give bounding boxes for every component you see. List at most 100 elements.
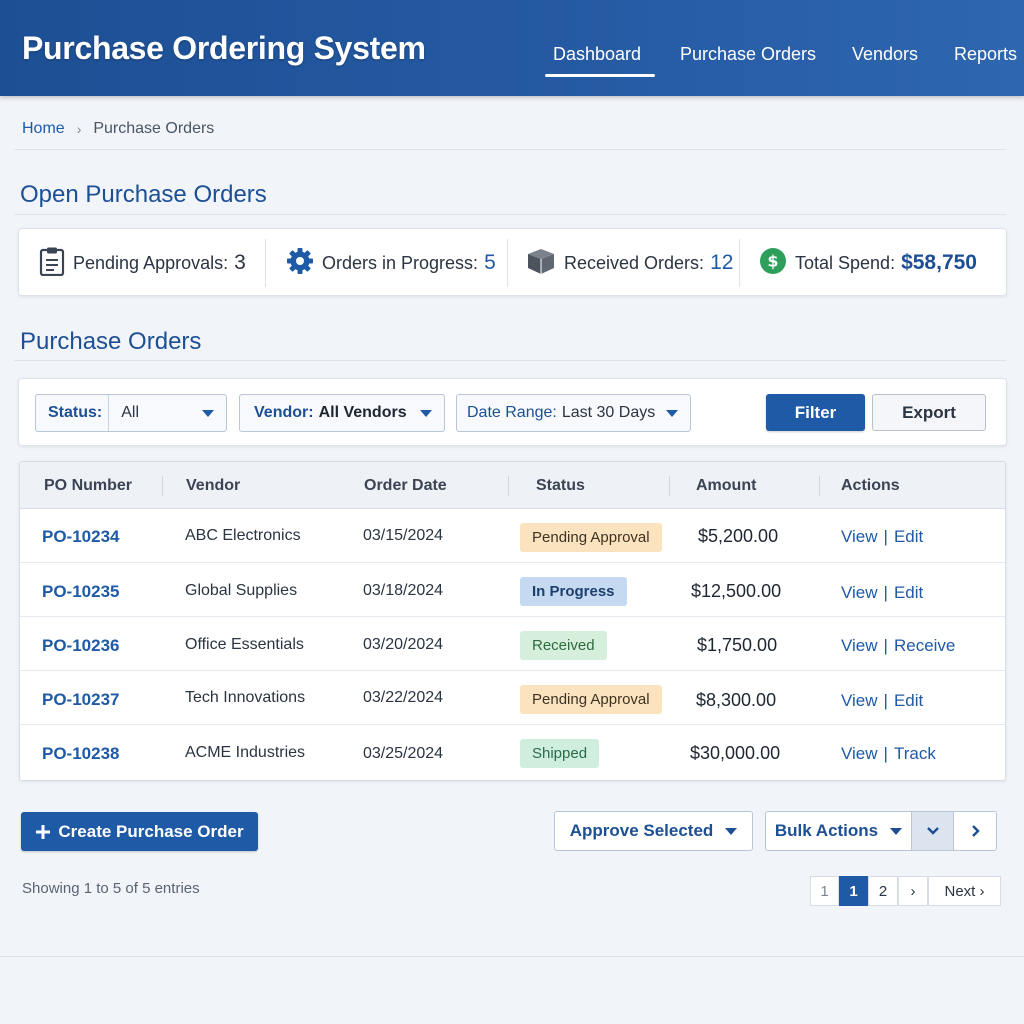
amount-cell: $5,200.00 [698, 526, 779, 546]
view-link[interactable]: View [841, 691, 878, 710]
export-button[interactable]: Export [872, 394, 986, 431]
stat-total-spend: $ Total Spend: $58,750 [759, 229, 977, 297]
orders-title-divider [14, 360, 1006, 361]
column-header-vendor[interactable]: Vendor [186, 477, 240, 495]
nav-tab-vendors[interactable]: Vendors [852, 44, 918, 65]
stat-divider [265, 239, 266, 287]
track-link[interactable]: Track [894, 744, 936, 763]
po-number-link[interactable]: PO-10235 [42, 582, 120, 602]
bulk-actions-label: Bulk Actions [774, 821, 879, 840]
po-number-link[interactable]: PO-10237 [42, 690, 120, 710]
status-badge: Pending Approval [520, 685, 662, 714]
page-button-current[interactable]: 1 [839, 876, 868, 906]
stat-divider [507, 239, 508, 287]
vendor-cell: ACME Industries [185, 744, 306, 761]
stat-divider [739, 239, 740, 287]
edit-link[interactable]: Edit [894, 527, 923, 546]
stat-pending-approvals: Pending Approvals: 3 [39, 229, 246, 297]
column-separator [669, 476, 670, 496]
page-next-arrow-button[interactable]: › [898, 876, 928, 906]
order-date-cell: 03/22/2024 [363, 689, 444, 706]
nav-tab-purchase-orders[interactable]: Purchase Orders [680, 44, 816, 65]
view-link[interactable]: View [841, 583, 878, 602]
status-select[interactable]: Status: All [35, 394, 227, 432]
order-date-cell: 03/25/2024 [363, 745, 444, 762]
gear-icon [286, 247, 314, 280]
actions-cell: View | Edit [841, 527, 923, 547]
stat-value: $58,750 [901, 251, 977, 274]
column-separator [508, 476, 509, 496]
column-header-status[interactable]: Status [536, 477, 585, 495]
vendor-select-value: All Vendors [318, 404, 407, 421]
bulk-actions-next-button[interactable] [953, 812, 996, 850]
date-range-label: Date Range: [467, 404, 557, 421]
vendor-cell: Office Essentials [185, 636, 304, 653]
plus-icon [36, 824, 51, 839]
vendor-cell: Global Supplies [185, 582, 298, 599]
edit-link[interactable]: Edit [894, 691, 923, 710]
vendor-select[interactable]: Vendor: All Vendors [239, 394, 445, 432]
action-separator: | [883, 691, 888, 710]
page-next-button[interactable]: Next › [928, 876, 1001, 906]
page-first-button[interactable]: 1 [810, 876, 839, 906]
action-separator: | [883, 744, 888, 763]
column-header-amount[interactable]: Amount [696, 477, 756, 495]
overview-title: Open Purchase Orders [20, 181, 267, 208]
view-link[interactable]: View [841, 636, 878, 655]
date-range-select[interactable]: Date Range: Last 30 Days [456, 394, 691, 432]
table-row: PO-10236 Office Essentials 03/20/2024 Re… [20, 617, 1005, 671]
approve-selected-button[interactable]: Approve Selected [554, 811, 753, 851]
status-select-value: All [121, 404, 140, 421]
action-separator: | [883, 527, 888, 546]
date-range-value: Last 30 Days [561, 404, 656, 421]
column-header-order-date[interactable]: Order Date [364, 477, 447, 495]
view-link[interactable]: View [841, 744, 878, 763]
page-button-2[interactable]: 2 [868, 876, 898, 906]
po-number-link[interactable]: PO-10238 [42, 744, 120, 764]
filter-button[interactable]: Filter [766, 394, 865, 431]
stat-orders-in-progress: Orders in Progress: 5 [286, 229, 496, 297]
breadcrumb: Home › Purchase Orders [22, 120, 214, 138]
nav-tab-reports[interactable]: Reports [954, 44, 1017, 65]
po-number-link[interactable]: PO-10234 [42, 527, 120, 547]
create-purchase-order-button[interactable]: Create Purchase Order [21, 812, 258, 851]
table-header: PO Number Vendor Order Date Status Amoun… [20, 462, 1005, 509]
view-link[interactable]: View [841, 527, 878, 546]
app-title: Purchase Ordering System [22, 30, 426, 66]
breadcrumb-home-link[interactable]: Home [22, 120, 65, 138]
summary-card: Pending Approvals: 3 Orders in Progress:… [18, 228, 1007, 296]
edit-link[interactable]: Edit [894, 583, 923, 602]
top-header-bar: Purchase Ordering System Dashboard Purch… [0, 0, 1024, 96]
table-row: PO-10234 ABC Electronics 03/15/2024 Pend… [20, 509, 1005, 563]
status-badge: Received [520, 631, 607, 660]
column-header-po-number[interactable]: PO Number [44, 477, 132, 495]
stat-value: 3 [234, 251, 246, 274]
entries-summary: Showing 1 to 5 of 5 entries [22, 880, 200, 897]
receive-link[interactable]: Receive [894, 636, 955, 655]
breadcrumb-separator: › [76, 121, 82, 137]
vendor-cell: ABC Electronics [185, 527, 301, 544]
actions-cell: View | Edit [841, 583, 923, 603]
order-date-cell: 03/18/2024 [363, 582, 444, 599]
bulk-actions-dropdown-toggle[interactable] [911, 812, 953, 850]
purchase-orders-table: PO Number Vendor Order Date Status Amoun… [19, 461, 1006, 781]
stat-label: Received Orders: [564, 252, 705, 273]
filter-bar: Status: All Vendor: All Vendors Date Ran… [18, 378, 1007, 446]
order-date-cell: 03/20/2024 [363, 636, 444, 653]
nav-tab-dashboard[interactable]: Dashboard [544, 44, 656, 77]
vendor-select-label: Vendor: [254, 404, 314, 421]
table-row: PO-10238 ACME Industries 03/25/2024 Ship… [20, 725, 1005, 779]
amount-cell: $1,750.00 [697, 635, 778, 655]
clipboard-icon [39, 246, 65, 281]
chevron-down-icon [926, 827, 939, 835]
stat-received-orders: Received Orders: 12 [526, 229, 733, 297]
stat-label: Orders in Progress: [322, 252, 479, 273]
actions-cell: View | Edit [841, 691, 923, 711]
stat-value: 12 [710, 251, 734, 274]
overview-title-divider [14, 214, 1006, 215]
bulk-actions-button[interactable]: Bulk Actions [766, 812, 911, 850]
po-number-link[interactable]: PO-10236 [42, 636, 120, 656]
table-row: PO-10235 Global Supplies 03/18/2024 In P… [20, 563, 1005, 617]
breadcrumb-divider [14, 149, 1006, 150]
box-icon [526, 247, 556, 280]
